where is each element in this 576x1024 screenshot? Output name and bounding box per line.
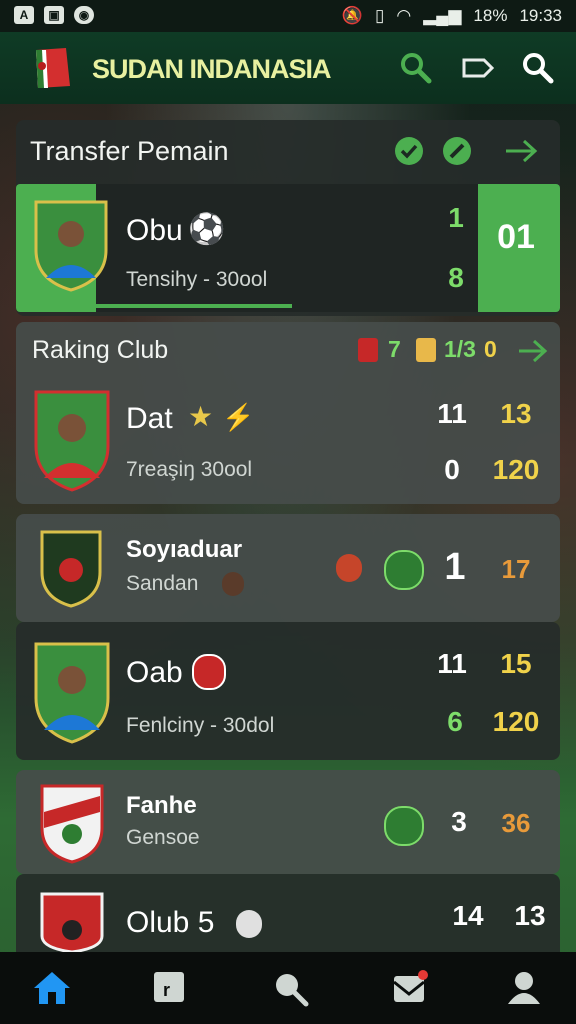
row-value-3: 6 (447, 706, 463, 737)
check-icon[interactable] (394, 136, 424, 166)
ranking-panel: Raking Club 7 1/3 0 Dat ★ ⚡ 7reaşiŋ 30oo… (16, 322, 560, 504)
highlight-box: 01 (478, 184, 560, 312)
signal-icon: ▂▄▆ (423, 6, 462, 25)
mute-icon: 🔕 (341, 6, 364, 25)
row-value-2: 15 (500, 648, 532, 679)
battery-text: 18% (473, 6, 508, 25)
profile-icon[interactable] (504, 968, 544, 1008)
transfer-player-card[interactable]: Obu ⚽ Tensihy - 30ool 1 8 01 (16, 184, 560, 312)
transfer-title: Transfer Pemain (30, 136, 229, 166)
row-value-2: 13 (514, 900, 546, 931)
header-value-3: 0 (484, 336, 497, 362)
row-value-2: 13 (500, 398, 532, 429)
club-crest-icon (40, 784, 104, 864)
row-value-1: 11 (437, 398, 467, 429)
bottom-navigation: r (0, 952, 576, 1024)
row-value-1: 14 (452, 900, 484, 931)
player-name: Obu (126, 214, 183, 247)
row-subtitle: Sandan (126, 572, 199, 595)
row-name: Fanhe (126, 792, 197, 819)
ranking-row[interactable]: Soyıaduar Sandan 1 17 (16, 514, 560, 622)
row-value-1: 11 (437, 648, 467, 679)
player-photo (34, 200, 108, 292)
row-value-4: 120 (492, 454, 540, 485)
club-badge-icon (222, 572, 244, 596)
club-crest-icon (40, 530, 102, 608)
row-value-1: 3 (451, 806, 467, 837)
club-badge-icon (358, 338, 378, 362)
soccer-ball-icon: ⚽ (188, 213, 226, 246)
row-value-1: 1 (444, 546, 466, 588)
transfer-panel: Transfer Pemain Obu ⚽ Tensihy - 30ool 1 … (16, 120, 560, 316)
svg-text:r: r (163, 980, 170, 1000)
club-badge-icon (192, 654, 226, 690)
search-icon[interactable] (520, 50, 556, 86)
club-badge-icon (384, 550, 424, 590)
ranking-row[interactable]: Dat ★ ⚡ 7reaşiŋ 30ool 11 13 0 120 (16, 380, 560, 504)
header-value-1: 7 (388, 336, 401, 362)
row-subtitle: Gensoe (126, 826, 200, 849)
row-name: Olub 5 (126, 906, 215, 939)
arrow-right-icon[interactable] (502, 136, 540, 166)
label-icon[interactable] (460, 50, 496, 86)
app-bar: SUDAN INDANASIA (0, 32, 576, 104)
club-badge-icon (336, 554, 362, 582)
player-subtitle: Tensihy - 30ool (126, 268, 268, 291)
row-name: Dat (126, 402, 173, 435)
ranking-row[interactable]: Oab Fenlciny - 30dol 11 15 6 120 (16, 622, 560, 760)
highlight-value: 01 (497, 218, 535, 256)
player-photo (34, 642, 110, 744)
news-icon[interactable]: r (150, 968, 190, 1008)
search-icon[interactable] (270, 968, 310, 1008)
progress-bar (96, 304, 292, 308)
flag-logo-icon (36, 48, 70, 88)
swoosh-icon: ⚡ (222, 402, 255, 432)
row-value-2: 36 (501, 808, 531, 838)
ranking-row[interactable]: Olub 5 14 13 (16, 874, 560, 952)
ranking-row[interactable]: Fanhe Gensoe 3 36 (16, 770, 560, 874)
clock: 19:33 (519, 6, 562, 25)
header-value-2: 1/3 (444, 336, 476, 362)
row-subtitle: Fenlciny - 30dol (126, 714, 275, 737)
home-icon[interactable] (32, 968, 72, 1008)
star-icon: ★ (188, 401, 214, 432)
row-value-2: 17 (501, 554, 531, 584)
vibrate-icon: ▯ (375, 6, 385, 25)
ranking-title: Raking Club (32, 336, 169, 364)
status-bar: A ▣ ◉ 🔕 ▯ ◠ ▂▄▆ 18% 19:33 (0, 0, 576, 32)
club-badge-icon (236, 910, 262, 938)
arrow-right-icon[interactable] (516, 336, 550, 366)
bottom-value: 8 (448, 262, 464, 293)
app-title: SUDAN INDANASIA (92, 54, 332, 84)
club-badge-icon (416, 338, 436, 362)
row-name: Soyıaduar (126, 536, 243, 563)
row-value-3: 0 (444, 454, 460, 485)
club-crest-icon (40, 892, 104, 952)
gallery-icon: ▣ (44, 6, 64, 24)
inbox-icon[interactable] (390, 968, 430, 1008)
player-photo (34, 390, 110, 492)
wifi-icon: ◠ (396, 6, 412, 25)
settings-icon: ◉ (74, 6, 94, 24)
top-value: 1 (448, 202, 464, 233)
notification-icon: A (14, 6, 34, 24)
row-value-4: 120 (492, 706, 540, 737)
row-subtitle: 7reaşiŋ 30ool (126, 458, 253, 481)
row-name: Oab (126, 656, 183, 689)
club-badge-icon (384, 806, 424, 846)
search-icon[interactable] (398, 50, 434, 86)
edit-icon[interactable] (442, 136, 472, 166)
